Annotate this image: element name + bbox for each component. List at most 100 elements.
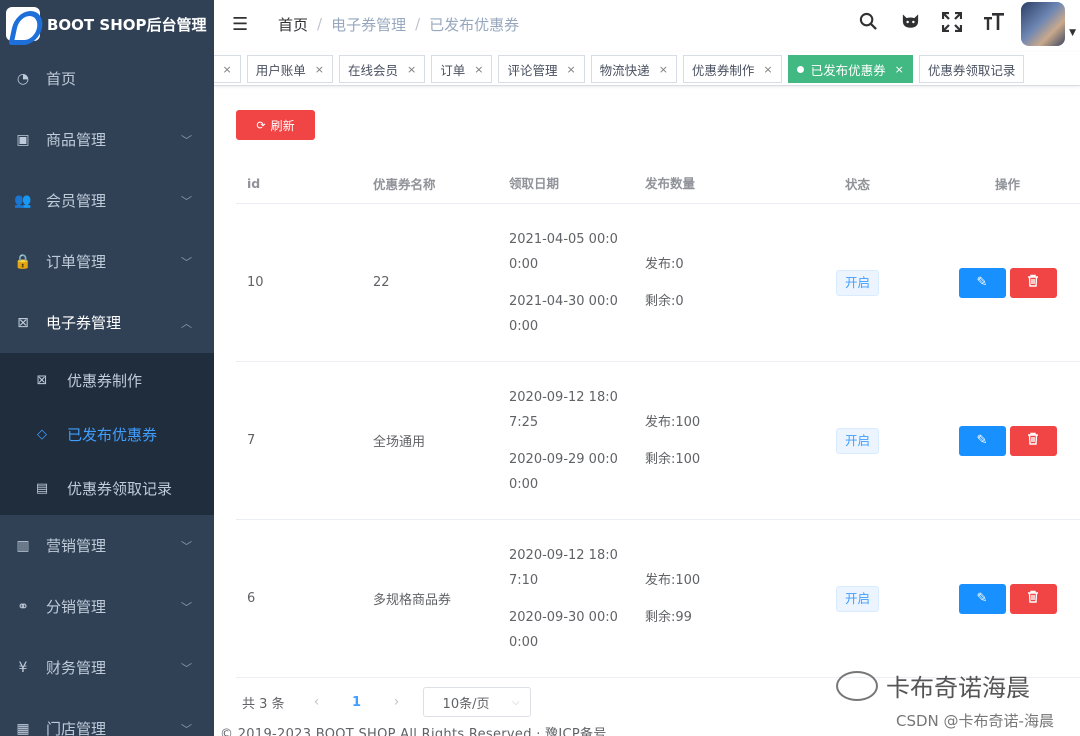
header-status: 状态 — [844, 177, 870, 192]
submenu-item-label: 优惠券领取记录 — [67, 479, 173, 498]
github-icon[interactable] — [889, 12, 931, 37]
close-icon[interactable]: × — [223, 63, 232, 76]
breadcrumb-home[interactable]: 首页 — [278, 14, 308, 35]
submenu-item[interactable]: ⊠ 优惠券制作 — [0, 353, 214, 407]
tag-item[interactable]: 优惠券制作 × — [682, 55, 782, 83]
members-icon: 👥 — [14, 192, 32, 209]
sidebar-item[interactable]: 🔒 订单管理 ﹀ — [0, 231, 214, 292]
close-icon[interactable]: × — [474, 63, 483, 76]
published-count: 发布:0 — [645, 256, 684, 272]
chevron-up-icon: ︿ — [181, 316, 192, 330]
sidebar-item[interactable]: 👥 会员管理 ﹀ — [0, 170, 214, 231]
close-icon[interactable]: × — [315, 63, 324, 76]
caret-down-icon[interactable]: ▼ — [1069, 28, 1076, 38]
sidebar: BOOT SHOP后台管理 ◔ 首页 ▣ 商品管理 ﹀ 👥 会员管理 ﹀ 🔒 订单管理 ﹀ ⊠ 电子券管… — [0, 0, 214, 736]
cell-id: 6 — [247, 591, 256, 606]
sidebar-item[interactable]: ⚭ 分销管理 ﹀ — [0, 576, 214, 637]
tag-item[interactable]: 评论管理 × — [498, 55, 585, 83]
sidebar-item-label: 电子券管理 — [46, 314, 122, 332]
delete-button[interactable] — [1009, 583, 1057, 614]
sidebar-item-label: 营销管理 — [46, 537, 107, 555]
tags-view: 务×用户账单×在线会员×订单×评论管理×物流快递×优惠券制作×已发布优惠券×优惠… — [214, 52, 1080, 86]
chevron-down-icon: ﹀ — [181, 539, 192, 553]
page-size-select[interactable]: 10条/页 ⌵ — [422, 687, 531, 717]
edit-button[interactable]: ✎ — [958, 425, 1006, 456]
refresh-button[interactable]: ⟳ 刷新 — [236, 110, 315, 140]
tag-label: 物流快递 — [599, 62, 650, 78]
font-size-icon[interactable] — [973, 12, 1015, 37]
tag-item[interactable]: 优惠券领取记录 — [918, 55, 1025, 83]
sidebar-item[interactable]: ◔ 首页 — [0, 48, 214, 109]
chevron-down-icon: ﹀ — [181, 194, 192, 208]
sidebar-item[interactable]: ▦ 门店管理 ﹀ — [0, 698, 214, 736]
tag-item[interactable]: 务× — [214, 55, 241, 83]
sidebar-item[interactable]: ¥ 财务管理 ﹀ — [0, 637, 214, 698]
published-count: 发布:100 — [645, 414, 701, 430]
submenu-item[interactable]: ▤ 优惠券领取记录 — [0, 461, 214, 515]
breadcrumb-coupon-management[interactable]: 电子券管理 — [331, 14, 406, 35]
sidebar-item-label: 会员管理 — [46, 192, 107, 210]
cell-actions: ✎ — [935, 583, 1080, 614]
user-avatar[interactable] — [1021, 2, 1066, 46]
close-icon[interactable]: × — [407, 63, 416, 76]
close-icon[interactable]: × — [895, 63, 904, 76]
tag-item[interactable]: 在线会员 × — [338, 55, 426, 83]
start-date: 2020-09-12 18:07:10 — [509, 547, 618, 588]
coupon-submenu: ⊠ 优惠券制作 ◇ 已发布优惠券 ▤ 优惠券领取记录 — [0, 353, 214, 515]
cell-status: 开启 — [780, 585, 935, 612]
cell-id: 7 — [247, 433, 256, 448]
close-icon[interactable]: × — [763, 63, 772, 76]
remaining-count: 剩余:0 — [645, 293, 684, 309]
edit-button[interactable]: ✎ — [958, 267, 1006, 298]
start-date: 2020-09-12 18:07:25 — [509, 389, 618, 430]
record-icon: ▤ — [35, 480, 49, 496]
search-icon[interactable] — [847, 12, 889, 36]
sidebar-item[interactable]: ⊠ 电子券管理 ︿ — [0, 292, 214, 353]
sidebar-item-label: 财务管理 — [46, 659, 107, 677]
dashboard-icon: ◔ — [16, 70, 30, 87]
cell-name: 22 — [373, 275, 390, 290]
coupon-icon: ⊠ — [17, 314, 29, 331]
submenu-item[interactable]: ◇ 已发布优惠券 — [0, 407, 214, 461]
cell-date: 2021-04-05 00:00:00 2021-04-30 00:00:00 — [509, 227, 645, 339]
header-actions: 操作 — [994, 177, 1020, 192]
app-logo-text: BOOT SHOP后台管理 — [47, 15, 207, 34]
hamburger-icon[interactable]: ☰ — [232, 14, 252, 35]
sidebar-item-label: 订单管理 — [46, 253, 107, 271]
fullscreen-icon[interactable] — [931, 11, 973, 37]
chevron-down-icon: ﹀ — [181, 722, 192, 736]
app-logo[interactable]: BOOT SHOP后台管理 — [0, 0, 214, 48]
table-row: 7 全场通用 2020-09-12 18:07:25 2020-09-29 00:00… — [236, 362, 1080, 520]
sidebar-item[interactable]: ▥ 营销管理 ﹀ — [0, 515, 214, 576]
next-page-icon[interactable]: › — [387, 694, 407, 710]
header-date: 领取日期 — [509, 176, 560, 191]
end-date: 2020-09-29 00:00:00 — [509, 451, 618, 492]
tag-label: 在线会员 — [347, 62, 398, 78]
edit-icon: ✎ — [976, 433, 988, 448]
sidebar-item-label: 门店管理 — [46, 720, 107, 736]
delete-button[interactable] — [1009, 267, 1057, 298]
close-icon[interactable]: × — [659, 63, 668, 76]
tag-item[interactable]: 物流快递 × — [590, 55, 677, 83]
sidebar-item[interactable]: ▣ 商品管理 ﹀ — [0, 109, 214, 170]
chevron-down-icon: ﹀ — [181, 133, 192, 147]
chevron-down-icon: ﹀ — [181, 600, 192, 614]
breadcrumb-separator: / — [415, 15, 421, 33]
close-icon[interactable]: × — [566, 63, 575, 76]
tag-item[interactable]: 订单 × — [431, 55, 493, 83]
tag-item[interactable]: 已发布优惠券 × — [787, 55, 913, 83]
goods-icon: ▣ — [16, 131, 30, 148]
table-row: 10 22 2021-04-05 00:00:00 2021-04-30 00:00:… — [236, 204, 1080, 362]
delete-button[interactable] — [1009, 425, 1057, 456]
chevron-down-icon: ﹀ — [181, 255, 192, 269]
cell-status: 开启 — [780, 269, 935, 296]
tag-item[interactable]: 用户账单 × — [246, 55, 333, 83]
sidebar-item-label: 分销管理 — [46, 598, 107, 616]
page-number[interactable]: 1 — [327, 695, 387, 710]
watermark: 卡布奇诺海晨 — [836, 668, 1030, 703]
header-name: 优惠券名称 — [373, 177, 436, 192]
watermark-sub: CSDN @卡布奇诺-海晨 — [896, 712, 1054, 730]
prev-page-icon[interactable]: ‹ — [307, 694, 327, 710]
edit-button[interactable]: ✎ — [958, 583, 1006, 614]
distribution-icon: ⚭ — [17, 598, 29, 615]
